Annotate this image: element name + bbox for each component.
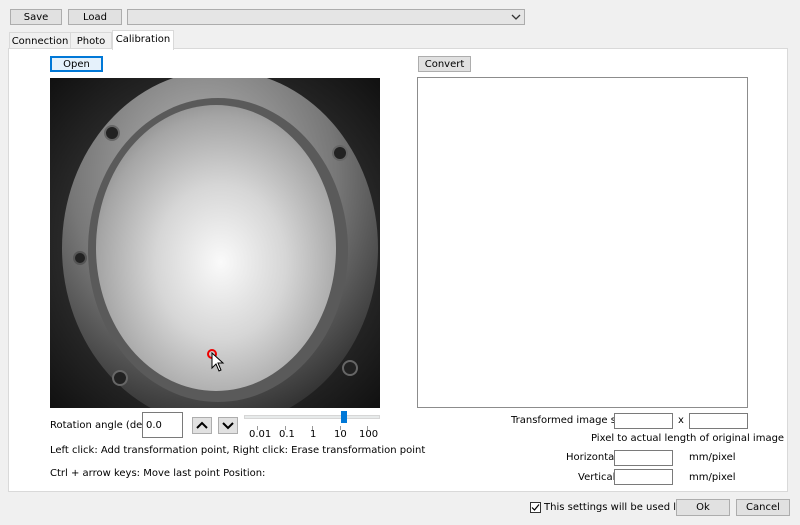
cursor-icon (211, 352, 225, 372)
slider-label-0.01: 0.01 (249, 429, 272, 440)
convert-button[interactable]: Convert (418, 56, 471, 72)
transformed-image-view (417, 77, 748, 408)
help-text-click: Left click: Add transformation point, Ri… (50, 445, 426, 456)
rotate-up-button[interactable] (192, 417, 212, 434)
calibration-image-view[interactable] (50, 78, 380, 408)
slider-label-10: 10 (334, 429, 347, 440)
slider-label-100: 100 (359, 429, 379, 440)
ok-button[interactable]: Ok (676, 499, 730, 516)
pixel-length-heading: Pixel to actual length of original image (591, 433, 785, 444)
save-button[interactable]: Save (10, 9, 62, 25)
rotation-angle-input[interactable]: 0.0 (142, 412, 183, 438)
tab-photo[interactable]: Photo (70, 32, 112, 49)
tab-connection[interactable]: Connection (9, 32, 71, 49)
slider-label-1: 1 (310, 429, 317, 440)
vertical-unit: mm/pixel (689, 472, 736, 483)
rotate-down-button[interactable] (218, 417, 238, 434)
horizontal-label: Horizontal: (566, 452, 621, 463)
rotation-angle-label: Rotation angle (deg) (50, 420, 153, 431)
slider-label-0.1: 0.1 (279, 429, 295, 440)
horizontal-input[interactable] (614, 450, 673, 466)
help-text-keys: Ctrl + arrow keys: Move last point Posit… (50, 468, 266, 479)
chevron-down-icon (511, 14, 521, 20)
chevron-up-icon (196, 421, 208, 429)
settings-combobox[interactable] (127, 9, 525, 25)
size-separator: x (678, 415, 684, 426)
vertical-input[interactable] (614, 469, 673, 485)
horizontal-unit: mm/pixel (689, 452, 736, 463)
size-y-input[interactable] (689, 413, 748, 429)
chevron-down-icon (222, 422, 234, 430)
vertical-label: Vertical: (578, 472, 619, 483)
checkmark-icon (531, 504, 540, 511)
slider-track (244, 415, 380, 419)
tab-calibration[interactable]: Calibration (112, 30, 174, 50)
size-x-input[interactable] (614, 413, 673, 429)
slider-thumb[interactable] (341, 411, 347, 423)
save-settings-checkbox[interactable] (530, 502, 541, 513)
open-button[interactable]: Open (50, 56, 103, 72)
cancel-button[interactable]: Cancel (736, 499, 790, 516)
load-button[interactable]: Load (68, 9, 122, 25)
